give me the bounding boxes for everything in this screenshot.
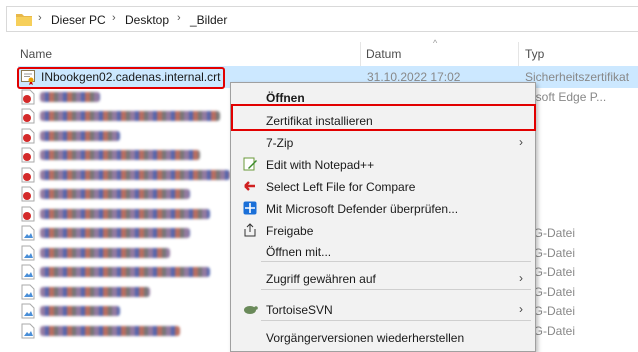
png-file-icon — [21, 225, 35, 241]
column-divider[interactable] — [360, 42, 361, 68]
edge-file-icon — [21, 186, 35, 202]
menu-separator — [261, 261, 531, 262]
menu-item-label: Edit with Notepad++ — [266, 158, 375, 172]
menu-item-zugriff-gewähren-auf[interactable]: Zugriff gewähren auf › — [231, 267, 535, 289]
png-file-icon — [21, 323, 35, 339]
menu-item-select-left-file-for-compare[interactable]: Select Left File for Compare — [231, 175, 535, 197]
chevron-right-icon: › — [519, 271, 523, 285]
redacted-file-name — [40, 247, 170, 258]
file-type: Sicherheitszertifikat — [525, 70, 630, 84]
menu-separator — [261, 289, 531, 290]
png-file-icon — [21, 303, 35, 319]
edge-file-icon — [21, 89, 35, 105]
chevron-right-icon[interactable]: › — [177, 12, 181, 24]
png-file-icon — [21, 245, 35, 261]
file-type: rosoft Edge P... — [525, 89, 607, 104]
menu-item-mit-microsoft-defender-überprüfen[interactable]: Mit Microsoft Defender überprüfen... — [231, 197, 535, 219]
edge-file-icon — [21, 147, 35, 163]
share-icon — [242, 222, 258, 238]
defender-icon — [242, 200, 258, 216]
chevron-right-icon: › — [519, 302, 523, 316]
address-box[interactable]: › Dieser PC › Desktop › _Bilder — [6, 6, 638, 32]
redacted-file-name — [40, 286, 150, 297]
menu-item-freigabe[interactable]: Freigabe — [231, 219, 535, 241]
folder-icon — [16, 14, 32, 26]
breadcrumb-item-bilder[interactable]: _Bilder — [190, 13, 227, 27]
menu-item-vorgängerversionen-wiederherstellen[interactable]: Vorgängerversionen wiederherstellen — [231, 326, 535, 348]
menu-item-7-zip[interactable]: 7-Zip › — [231, 131, 535, 153]
breadcrumb-item-dieser-pc[interactable]: Dieser PC — [51, 13, 106, 27]
redacted-file-name — [40, 111, 220, 121]
redacted-file-name — [40, 91, 100, 102]
address-bar: › Dieser PC › Desktop › _Bilder — [0, 0, 638, 34]
edge-file-icon — [21, 108, 35, 124]
edge-file-icon — [21, 206, 35, 222]
png-file-icon — [21, 284, 35, 300]
menu-item-öffnen-mit[interactable]: Öffnen mit... — [231, 240, 535, 262]
compare-icon — [242, 178, 258, 194]
redacted-file-name — [40, 267, 210, 277]
menu-item-label: TortoiseSVN — [266, 303, 333, 317]
edge-file-icon — [21, 167, 35, 183]
edge-file-icon — [21, 128, 35, 144]
chevron-right-icon[interactable]: › — [112, 12, 116, 24]
redacted-file-name — [40, 228, 190, 238]
highlight-box-menu-item — [231, 104, 536, 131]
highlight-box-file — [17, 67, 225, 89]
menu-item-label: Öffnen — [266, 91, 305, 105]
menu-separator — [261, 320, 531, 321]
sort-up-icon: ^ — [433, 38, 438, 48]
menu-item-label: Zugriff gewähren auf — [266, 272, 376, 286]
column-header-type[interactable]: Typ — [525, 47, 544, 61]
menu-item-edit-with-notepad[interactable]: Edit with Notepad++ — [231, 153, 535, 175]
redacted-file-name — [40, 130, 120, 141]
menu-item-tortoisesvn[interactable]: TortoiseSVN › — [231, 298, 535, 320]
breadcrumb-item-desktop[interactable]: Desktop — [125, 13, 169, 27]
redacted-file-name — [40, 325, 180, 336]
menu-item-label: Select Left File for Compare — [266, 180, 416, 194]
menu-item-label: Freigabe — [266, 224, 314, 238]
chevron-right-icon: › — [519, 135, 523, 149]
menu-item-label: 7-Zip — [266, 136, 294, 150]
column-header-name[interactable]: Name — [20, 47, 52, 61]
column-header-date[interactable]: Datum — [366, 47, 401, 61]
redacted-file-name — [40, 189, 190, 199]
menu-item-label: Öffnen mit... — [266, 245, 332, 259]
redacted-file-name — [40, 208, 210, 219]
notepad-icon — [242, 156, 258, 172]
chevron-right-icon[interactable]: › — [38, 12, 42, 24]
tortoise-icon — [242, 301, 258, 317]
menu-item-label: Mit Microsoft Defender überprüfen... — [266, 202, 459, 216]
menu-item-label: Vorgängerversionen wiederherstellen — [266, 331, 465, 345]
redacted-file-name — [40, 169, 230, 180]
redacted-file-name — [40, 306, 120, 316]
png-file-icon — [21, 264, 35, 280]
redacted-file-name — [40, 150, 200, 160]
column-divider[interactable] — [518, 42, 519, 68]
